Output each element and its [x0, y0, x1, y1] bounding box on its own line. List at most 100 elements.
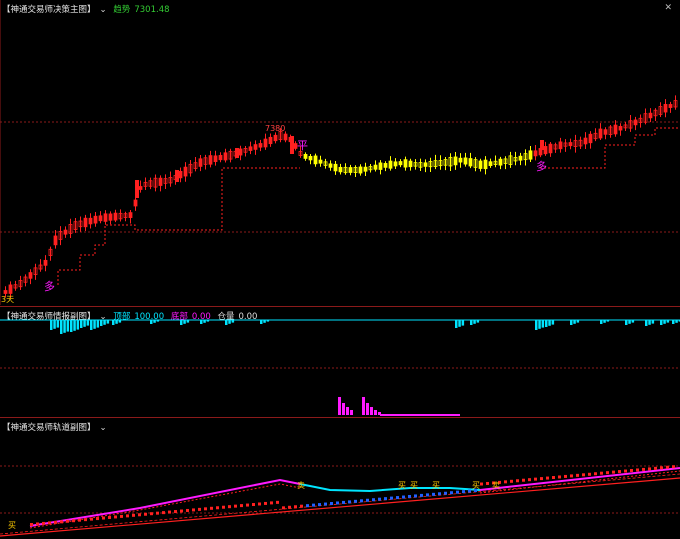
candle-body [558, 141, 563, 150]
track-candle [300, 504, 303, 508]
candle-body [598, 128, 603, 139]
hist-bar-top [461, 320, 465, 326]
hist-bar-top [266, 320, 270, 322]
hist-bar-top [551, 320, 555, 325]
track-candle [168, 510, 171, 514]
track-candle [90, 517, 93, 521]
candle-body [478, 160, 483, 169]
trend-value: 7301.48 [134, 5, 170, 15]
chevron-down-icon[interactable]: ⌄ [100, 423, 107, 433]
candle-body [83, 217, 88, 228]
track-candle [336, 501, 339, 505]
signal-marker: 买 [410, 481, 418, 490]
channel-line [0, 473, 680, 535]
candle-body [388, 160, 393, 169]
hist-bar-top [545, 320, 548, 327]
track-chart: 买卖买买买买卖 [0, 465, 680, 537]
track-candle [84, 518, 87, 522]
track-candle [636, 468, 639, 472]
candle-body [568, 142, 573, 147]
track-candle [30, 523, 33, 526]
candle-body [398, 161, 403, 166]
track-candle [588, 472, 591, 476]
track-candle [306, 504, 309, 508]
track-candle [414, 494, 417, 498]
track-candle [222, 505, 225, 509]
main-chart-pane[interactable]: 【神通交易师决策主图】 ⌄ 趋势 7301.48 ✕ 7380 平 多 多 3天 [0, 0, 680, 305]
candle-body [133, 199, 138, 207]
track-candle [408, 494, 411, 498]
track-candle [192, 508, 195, 512]
candle-body [483, 159, 488, 170]
track-candle [60, 520, 63, 524]
candle-body [373, 164, 378, 170]
hist-bar-top [631, 320, 635, 323]
track-candle [330, 502, 333, 505]
position-value: 0.00 [238, 312, 258, 322]
candle-body [8, 284, 13, 294]
track-candle [348, 500, 351, 504]
track-candle [480, 482, 483, 486]
candle-body [618, 126, 623, 131]
signal-marker: 买 [398, 481, 406, 490]
track-candle [426, 493, 429, 497]
candle-body [303, 153, 308, 159]
candle-body [333, 163, 338, 172]
candle-body [458, 157, 463, 163]
candle-body [103, 213, 108, 222]
track-candle [450, 491, 453, 495]
track-candle [228, 505, 231, 509]
track-sub-pane[interactable]: 【神通交易师轨道副图】 ⌄ 买卖买买买买卖 [0, 417, 680, 539]
candle-body [43, 259, 48, 266]
chevron-down-icon[interactable]: ⌄ [100, 5, 107, 15]
hist-bar-top [645, 320, 648, 326]
peak-price-label: 7380 [265, 124, 286, 133]
track-candle [126, 514, 129, 518]
intel-histogram [0, 319, 680, 416]
candle-body [238, 148, 243, 156]
candle-body [348, 167, 353, 173]
candle-body [648, 112, 653, 119]
candle-body [283, 133, 288, 141]
candle-body [393, 161, 398, 167]
track-candle [282, 506, 285, 510]
intel-sub-pane[interactable]: 【神通交易师情报副图】 ⌄ 顶部 100.00 底部 0.00 仓量 0.00 [0, 306, 680, 417]
bot-pane-header: 【神通交易师轨道副图】 ⌄ [2, 421, 111, 433]
candle-body [403, 159, 408, 168]
hist-bar-top [541, 320, 545, 328]
flat-signal-label: 平 [297, 139, 308, 152]
candle-body [135, 180, 139, 198]
main-pane-title: 【神通交易师决策主图】 [2, 5, 96, 15]
candle-body [613, 124, 618, 135]
track-candle [54, 520, 57, 524]
candle-body [583, 137, 588, 145]
candle-body [235, 148, 239, 158]
track-candle [552, 476, 555, 480]
hist-bar-top [470, 320, 473, 325]
chevron-down-icon[interactable]: ⌄ [100, 312, 107, 322]
track-candle [216, 506, 219, 510]
track-candle [42, 521, 45, 525]
track-candle [114, 515, 117, 519]
hist-bar-top [651, 320, 655, 324]
hist-bar-bottom [374, 410, 377, 415]
candle-body [28, 272, 33, 279]
track-candle [102, 516, 105, 520]
track-candle [324, 502, 327, 506]
track-candle [432, 492, 435, 496]
track-candle [372, 498, 375, 502]
hist-bar-top [573, 320, 576, 324]
candle-body [528, 150, 533, 160]
hist-bar-bottom [350, 410, 353, 415]
track-candle [642, 467, 645, 471]
hist-bar-top [576, 320, 580, 323]
track-candle [276, 500, 279, 504]
hist-bar-top [548, 320, 551, 326]
candle-body [218, 155, 223, 161]
track-candle [576, 473, 579, 477]
hist-bar-bottom [342, 403, 345, 415]
candle-body [518, 155, 523, 161]
track-candle [318, 503, 321, 507]
candle-body [258, 143, 263, 148]
candle-body [488, 161, 493, 166]
